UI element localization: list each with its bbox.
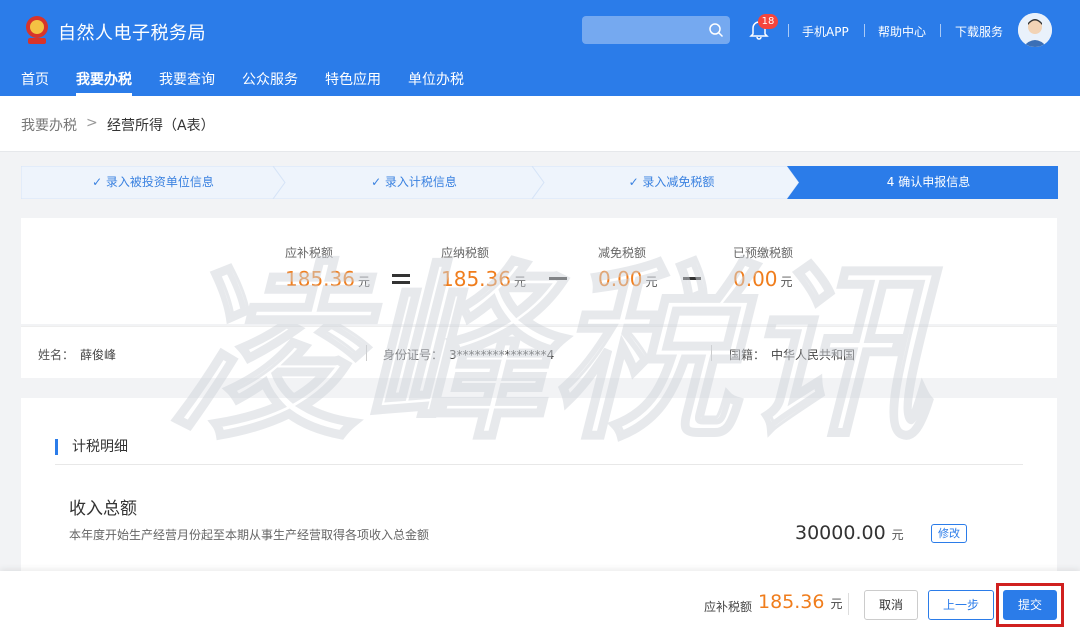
taxpayer-nationality: 国籍： 中华人民共和国 xyxy=(729,346,855,363)
income-total-description: 本年度开始生产经营月份起至本期从事生产经营取得各项收入总金额 xyxy=(69,528,430,542)
divider xyxy=(366,345,367,361)
tax-summary-card: 应补税额 185.36 元 应纳税额 185.36 元 减免税额 0.00 元 已预缴… xyxy=(21,218,1057,324)
taxpayer-name: 姓名： 薛俊峰 xyxy=(38,346,116,363)
income-total-value: 30000.00 xyxy=(795,522,886,544)
minus-operator xyxy=(549,272,569,286)
prepaid-label: 已预缴税额 xyxy=(733,246,794,260)
mobile-app-link[interactable]: 手机APP xyxy=(802,23,849,40)
taxpayer-info-bar: 姓名： 薛俊峰 身份证号： 3***************4 国籍： 中华人民共和国 xyxy=(21,326,1057,378)
income-total-title: 收入总额 xyxy=(69,499,137,519)
edit-button[interactable]: 修改 xyxy=(931,524,967,543)
user-avatar[interactable] xyxy=(1018,13,1052,47)
summary-taxable: 应纳税额 185.36 元 xyxy=(441,244,526,291)
footer-payable-value: 185.36 xyxy=(758,591,825,613)
breadcrumb: 我要办税 > 经营所得（A表） xyxy=(0,96,1080,152)
progress-steps: ✓ 录入被投资单位信息 ✓ 录入计税信息 ✓ 录入减免税额 4 确认申报信息 xyxy=(21,166,1058,199)
minus-operator xyxy=(683,272,703,286)
divider xyxy=(940,24,941,37)
prepaid-value: 0.00 xyxy=(733,267,778,291)
submit-highlight-box xyxy=(996,583,1064,627)
id-value: 3***************4 xyxy=(449,348,555,362)
exempt-label: 减免税额 xyxy=(598,246,647,260)
divider xyxy=(864,24,865,37)
breadcrumb-root[interactable]: 我要办税 xyxy=(21,115,77,135)
step-confirm: 4 确认申报信息 xyxy=(886,175,971,189)
avatar-icon xyxy=(1018,13,1052,47)
taxable-value: 185.36 xyxy=(441,267,511,291)
step-investee-info: ✓ 录入被投资单位信息 xyxy=(92,175,214,189)
name-value: 薛俊峰 xyxy=(80,348,117,362)
exempt-unit: 元 xyxy=(645,275,658,289)
previous-step-button[interactable]: 上一步 xyxy=(928,590,994,620)
breadcrumb-separator: > xyxy=(86,115,98,131)
taxpayer-id: 身份证号： 3***************4 xyxy=(383,346,554,363)
nav-query[interactable]: 我要查询 xyxy=(159,69,215,89)
action-footer: 应补税额 185.36 元 取消 上一步 提交 xyxy=(0,571,1080,636)
download-service-link[interactable]: 下载服务 xyxy=(955,23,1003,40)
taxable-unit: 元 xyxy=(513,275,526,289)
cancel-button[interactable]: 取消 xyxy=(864,590,918,620)
nationality-value: 中华人民共和国 xyxy=(771,348,856,362)
section-divider xyxy=(55,464,1023,465)
site-title[interactable]: 自然人电子税务局 xyxy=(58,19,206,45)
notification-badge: 18 xyxy=(758,14,778,29)
nav-special-apps[interactable]: 特色应用 xyxy=(325,69,381,89)
top-header: 自然人电子税务局 18 手机APP 帮助中心 下载服务 首页 我要办税 我要查询… xyxy=(0,0,1080,96)
summary-exempt: 减免税额 0.00 元 xyxy=(598,244,658,291)
taxable-label: 应纳税额 xyxy=(441,246,490,260)
summary-payable: 应补税额 185.36 元 xyxy=(285,244,370,291)
prepaid-unit: 元 xyxy=(780,275,793,289)
section-title: 计税明细 xyxy=(55,439,128,455)
step-exemption: ✓ 录入减免税额 xyxy=(628,175,715,189)
search-input[interactable] xyxy=(582,16,730,44)
divider xyxy=(848,593,849,615)
step-tax-info: ✓ 录入计税信息 xyxy=(371,175,457,189)
footer-payable-unit: 元 xyxy=(830,597,843,611)
payable-label: 应补税额 xyxy=(285,246,334,260)
income-total-amount: 30000.00 元 xyxy=(795,522,904,544)
search-icon[interactable] xyxy=(708,22,724,38)
summary-prepaid: 已预缴税额 0.00 元 xyxy=(733,244,793,291)
payable-value: 185.36 xyxy=(285,267,355,291)
help-center-link[interactable]: 帮助中心 xyxy=(878,23,926,40)
nav-home[interactable]: 首页 xyxy=(21,69,49,89)
nav-unit-tax[interactable]: 单位办税 xyxy=(408,69,464,89)
equals-operator xyxy=(392,272,412,286)
nav-public-service[interactable]: 公众服务 xyxy=(242,69,298,89)
main-nav: 首页 我要办税 我要查询 公众服务 特色应用 单位办税 xyxy=(0,66,1080,96)
nav-tax-handling[interactable]: 我要办税 xyxy=(76,69,132,89)
breadcrumb-current: 经营所得（A表） xyxy=(107,118,215,134)
divider xyxy=(711,345,712,361)
exempt-value: 0.00 xyxy=(598,267,643,291)
tax-emblem-logo xyxy=(26,16,48,44)
footer-payable-label: 应补税额 xyxy=(704,600,753,614)
payable-unit: 元 xyxy=(357,275,370,289)
divider xyxy=(788,24,789,37)
name-label: 姓名： xyxy=(38,348,75,362)
nationality-label: 国籍： xyxy=(729,348,766,362)
tax-detail-card: 计税明细 收入总额 本年度开始生产经营月份起至本期从事生产经营取得各项收入总金额… xyxy=(21,398,1057,588)
id-label: 身份证号： xyxy=(383,348,444,362)
footer-payable-amount: 185.36 元 xyxy=(758,591,843,613)
income-total-unit: 元 xyxy=(891,528,904,542)
